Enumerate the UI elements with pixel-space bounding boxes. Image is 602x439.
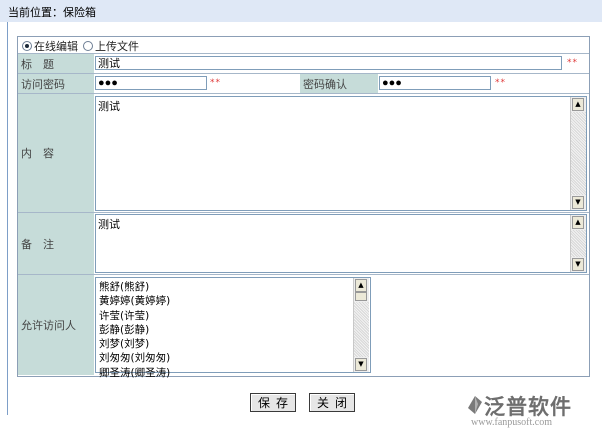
content-textarea[interactable]: 测试 ▲ ▼ [95,96,587,211]
logo-url-text: www.fanpusoft.com [471,417,553,428]
title-label: 标 题 [18,54,94,73]
list-item[interactable]: 刘匆匆(刘匆匆) [99,351,170,365]
scroll-down-icon[interactable]: ▼ [572,258,584,271]
radio-upload-file[interactable] [83,41,93,51]
radio-online-edit-label[interactable]: 在线编辑 [34,38,78,54]
mode-selector: 在线编辑 上传文件 [22,39,144,53]
close-button[interactable]: 关闭 [309,393,355,412]
password-label: 访问密码 [18,74,94,93]
remark-textarea[interactable]: 测试 ▲ ▼ [95,214,587,273]
title-required-mark: ** [567,58,578,68]
row-divider [18,212,589,213]
confirm-required-mark: ** [495,78,506,88]
scroll-thumb[interactable] [355,292,367,301]
scroll-track[interactable] [571,112,586,195]
visitors-label: 允许访问人 [18,275,94,375]
scroll-down-icon[interactable]: ▼ [355,358,367,371]
row-divider [18,93,589,94]
scroll-down-icon[interactable]: ▼ [572,196,584,209]
scroll-up-icon[interactable]: ▲ [572,216,584,229]
content-text: 测试 [98,100,120,113]
save-button[interactable]: 保存 [250,393,296,412]
remark-scrollbar[interactable]: ▲ ▼ [570,215,586,272]
header-bar: 当前位置：保险箱 [0,0,602,22]
title-input[interactable] [95,56,562,70]
confirm-label: 密码确认 [300,74,378,93]
remark-text: 测试 [98,218,120,231]
password-input[interactable] [95,76,207,90]
radio-online-edit[interactable] [22,41,32,51]
password-required-mark: ** [210,78,221,88]
content-scrollbar[interactable]: ▲ ▼ [570,97,586,210]
list-item[interactable]: 熊舒(熊舒) [99,280,170,294]
visitors-scrollbar[interactable]: ▲ ▼ [353,278,369,372]
confirm-password-input[interactable] [379,76,491,90]
breadcrumb: 当前位置：保险箱 [8,6,96,19]
logo-mark-icon [468,396,482,414]
remark-label: 备 注 [18,213,94,274]
list-item[interactable]: 卿圣涛(卿圣涛) [99,366,170,380]
list-item[interactable]: 许莹(许莹) [99,309,170,323]
row-divider [18,53,589,54]
list-item[interactable]: 黄婷婷(黄婷婷) [99,294,170,308]
visitors-listbox[interactable]: 熊舒(熊舒) 黄婷婷(黄婷婷) 许莹(许莹) 彭静(彭静) 刘梦(刘梦) 刘匆匆… [95,277,371,379]
radio-upload-file-label[interactable]: 上传文件 [95,38,139,54]
left-border [7,22,8,415]
row-divider [18,274,589,275]
scroll-up-icon[interactable]: ▲ [355,279,367,292]
scroll-up-icon[interactable]: ▲ [572,98,584,111]
list-item[interactable]: 刘梦(刘梦) [99,337,170,351]
scroll-track[interactable] [354,302,369,357]
list-item[interactable]: 彭静(彭静) [99,323,170,337]
scroll-track[interactable] [571,230,586,257]
visitors-items: 熊舒(熊舒) 黄婷婷(黄婷婷) 许莹(许莹) 彭静(彭静) 刘梦(刘梦) 刘匆匆… [99,280,170,380]
content-label: 内 容 [18,94,94,212]
